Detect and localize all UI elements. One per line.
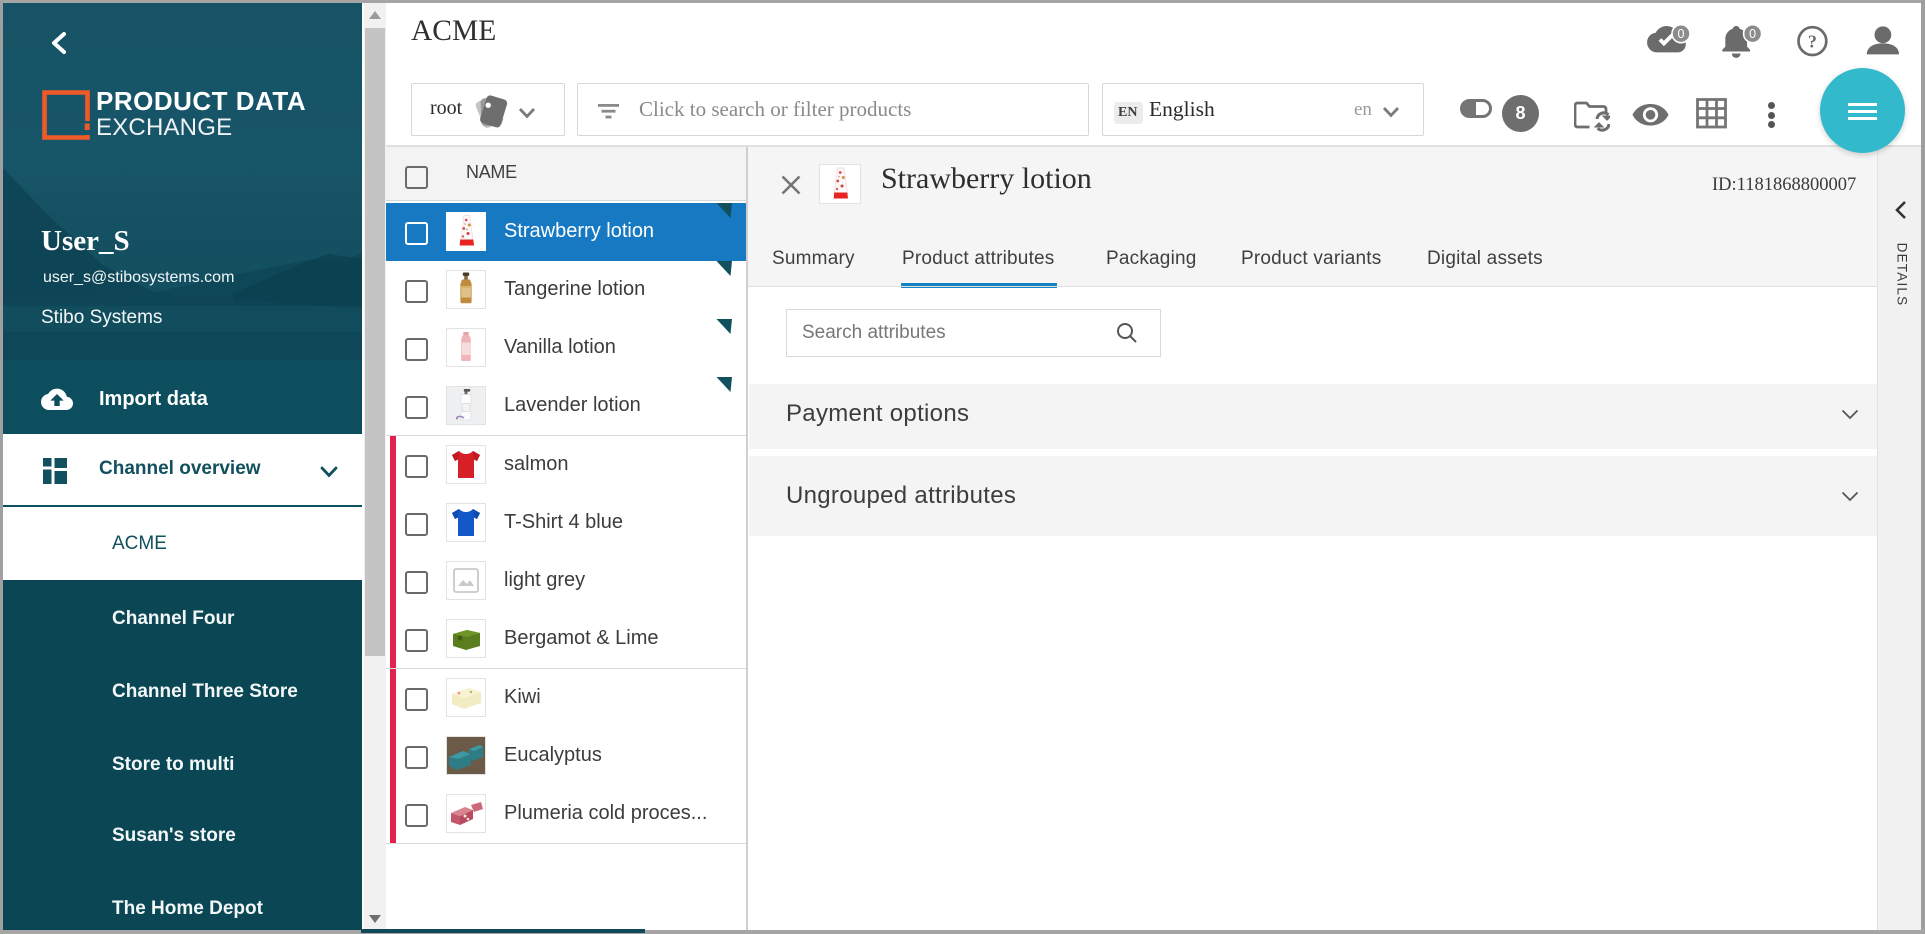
svg-text:?: ? — [1808, 32, 1817, 52]
svg-text:0: 0 — [1678, 27, 1685, 41]
svg-text:0: 0 — [1749, 27, 1756, 41]
